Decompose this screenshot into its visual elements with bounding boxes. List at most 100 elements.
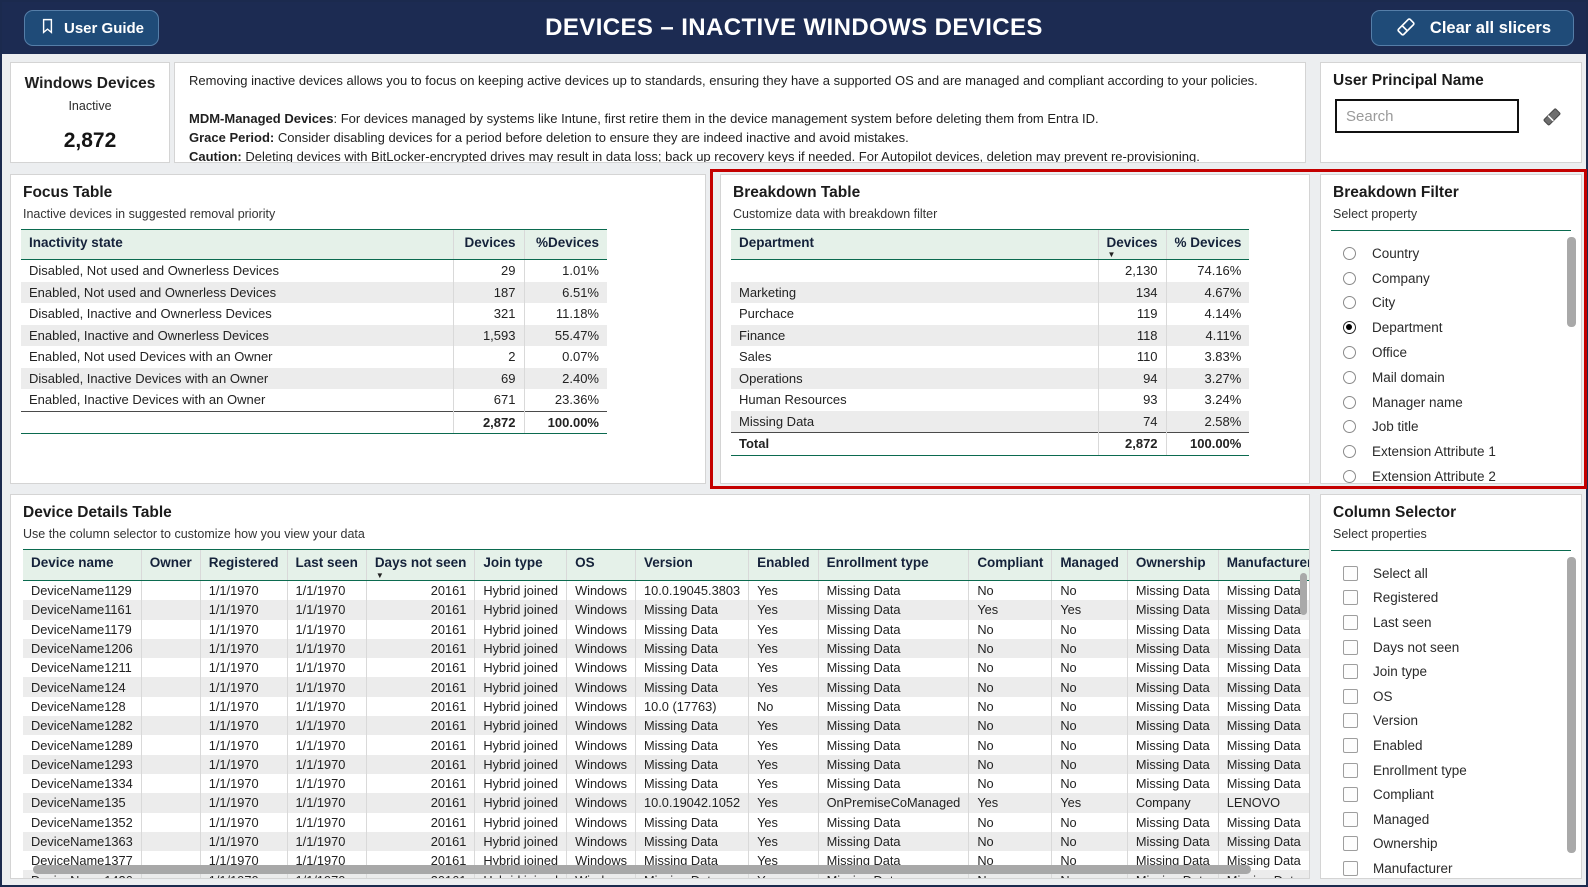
cell[interactable]: Missing Data [818,755,969,774]
cell[interactable]: Yes [749,639,819,658]
cell[interactable]: Missing Data [818,639,969,658]
column-header-devices[interactable]: Devices▼ [1098,230,1166,260]
cell[interactable]: 69 [453,368,524,390]
cell[interactable]: Missing Data [635,774,748,793]
cell[interactable]: Missing Data [635,832,748,851]
cell[interactable]: Finance [731,325,1098,347]
cell[interactable]: 94 [1098,368,1166,390]
cell[interactable]: Windows [567,639,636,658]
device-row[interactable]: DeviceName12111/1/19701/1/197020161Hybri… [23,658,1310,677]
cell[interactable]: Disabled, Inactive and Ownerless Devices [21,303,453,325]
cell[interactable]: 20161 [366,755,475,774]
cell[interactable]: Missing Data [1218,658,1310,677]
cell[interactable]: DeviceName1293 [23,755,141,774]
cell[interactable]: DeviceName1352 [23,813,141,832]
cell[interactable]: Missing Data [818,697,969,716]
cell[interactable]: 1/1/1970 [287,658,366,677]
device-row[interactable]: DeviceName1351/1/19701/1/197020161Hybrid… [23,793,1310,812]
cell[interactable]: Missing Data [818,813,969,832]
cell[interactable]: 187 [453,282,524,304]
cell[interactable]: 321 [453,303,524,325]
column-header-enrollment-type[interactable]: Enrollment type [818,550,969,581]
cell[interactable]: Missing Data [818,658,969,677]
user-guide-button[interactable]: User Guide [24,10,159,46]
cell[interactable]: 20161 [366,813,475,832]
cell[interactable]: 20161 [366,774,475,793]
cell[interactable]: Hybrid joined [475,620,567,639]
cell[interactable]: Missing Data [1218,620,1310,639]
radio-option-country[interactable]: Country [1343,241,1581,266]
cell[interactable]: Enabled, Inactive Devices with an Owner [21,389,453,411]
focus-row[interactable]: Disabled, Inactive and Ownerless Devices… [21,303,607,325]
cell[interactable]: Windows [567,620,636,639]
checkbox-option-managed[interactable]: Managed [1343,807,1581,832]
cell[interactable]: 1/1/1970 [200,677,287,696]
search-input[interactable] [1337,108,1551,125]
radio-option-city[interactable]: City [1343,291,1581,316]
cell[interactable]: 2.40% [524,368,607,390]
breakdown-row[interactable]: 2,13074.16% [731,260,1249,282]
cell[interactable]: DeviceName1179 [23,620,141,639]
cell[interactable]: Yes [969,600,1052,619]
checkbox-option-enabled[interactable]: Enabled [1343,733,1581,758]
cell[interactable]: No [1052,658,1128,677]
cell[interactable]: Disabled, Not used and Ownerless Devices [21,260,453,282]
cell[interactable]: 20161 [366,581,475,601]
cell[interactable]: No [1052,697,1128,716]
cell[interactable]: Windows [567,581,636,601]
cell[interactable]: Company [1127,793,1218,812]
cell[interactable]: Hybrid joined [475,639,567,658]
cell[interactable]: Disabled, Inactive Devices with an Owner [21,368,453,390]
column-header-devices[interactable]: %Devices [524,230,607,260]
cell[interactable]: No [1052,735,1128,754]
cell[interactable]: 1/1/1970 [287,813,366,832]
column-header-manufacturer[interactable]: Manufacturer [1218,550,1310,581]
breakdown-row[interactable]: Human Resources933.24% [731,389,1249,411]
cell[interactable]: 1/1/1970 [200,697,287,716]
cell[interactable]: 134 [1098,282,1166,304]
cell[interactable]: Missing Data [1218,832,1310,851]
checkbox-option-registered[interactable]: Registered [1343,586,1581,611]
cell[interactable]: DeviceName1282 [23,716,141,735]
checkbox-option-compliant[interactable]: Compliant [1343,782,1581,807]
cell[interactable]: Windows [567,716,636,735]
cell[interactable]: 1/1/1970 [287,639,366,658]
cell[interactable]: Missing Data [1127,716,1218,735]
cell[interactable] [141,677,200,696]
cell[interactable]: No [969,774,1052,793]
cell[interactable]: Missing Data [1218,600,1310,619]
cell[interactable]: Missing Data [635,677,748,696]
cell[interactable]: Yes [749,793,819,812]
cell[interactable]: 20161 [366,697,475,716]
checkbox-option-last-seen[interactable]: Last seen [1343,610,1581,635]
cell[interactable]: No [969,716,1052,735]
cell[interactable]: Enabled, Inactive and Ownerless Devices [21,325,453,347]
cell[interactable]: Windows [567,755,636,774]
column-header-days-not-seen[interactable]: Days not seen▼ [366,550,475,581]
cell[interactable]: 10.0.19042.1052 [635,793,748,812]
cell[interactable]: Yes [969,793,1052,812]
cell[interactable]: Windows [567,832,636,851]
column-header-devices[interactable]: Devices [453,230,524,260]
cell[interactable]: 10.0 (17763) [635,697,748,716]
cell[interactable]: DeviceName1363 [23,832,141,851]
device-row[interactable]: DeviceName13341/1/19701/1/197020161Hybri… [23,774,1310,793]
cell[interactable]: 1/1/1970 [287,600,366,619]
cell[interactable] [141,832,200,851]
cell[interactable]: Human Resources [731,389,1098,411]
horizontal-scrollbar[interactable] [33,865,1251,874]
cell[interactable]: Missing Data [1127,658,1218,677]
cell[interactable]: Hybrid joined [475,581,567,601]
cell[interactable]: Hybrid joined [475,774,567,793]
cell[interactable]: Missing Data [635,658,748,677]
focus-row[interactable]: Enabled, Inactive Devices with an Owner6… [21,389,607,411]
cell[interactable]: 20161 [366,620,475,639]
cell[interactable]: Hybrid joined [475,600,567,619]
cell[interactable]: Missing Data [1218,755,1310,774]
cell[interactable]: No [969,620,1052,639]
cell[interactable]: No [969,755,1052,774]
cell[interactable]: 4.67% [1166,282,1249,304]
cell[interactable]: 20161 [366,832,475,851]
cell[interactable]: Missing Data [1127,755,1218,774]
radio-option-extension-attribute-2[interactable]: Extension Attribute 2 [1343,464,1581,484]
